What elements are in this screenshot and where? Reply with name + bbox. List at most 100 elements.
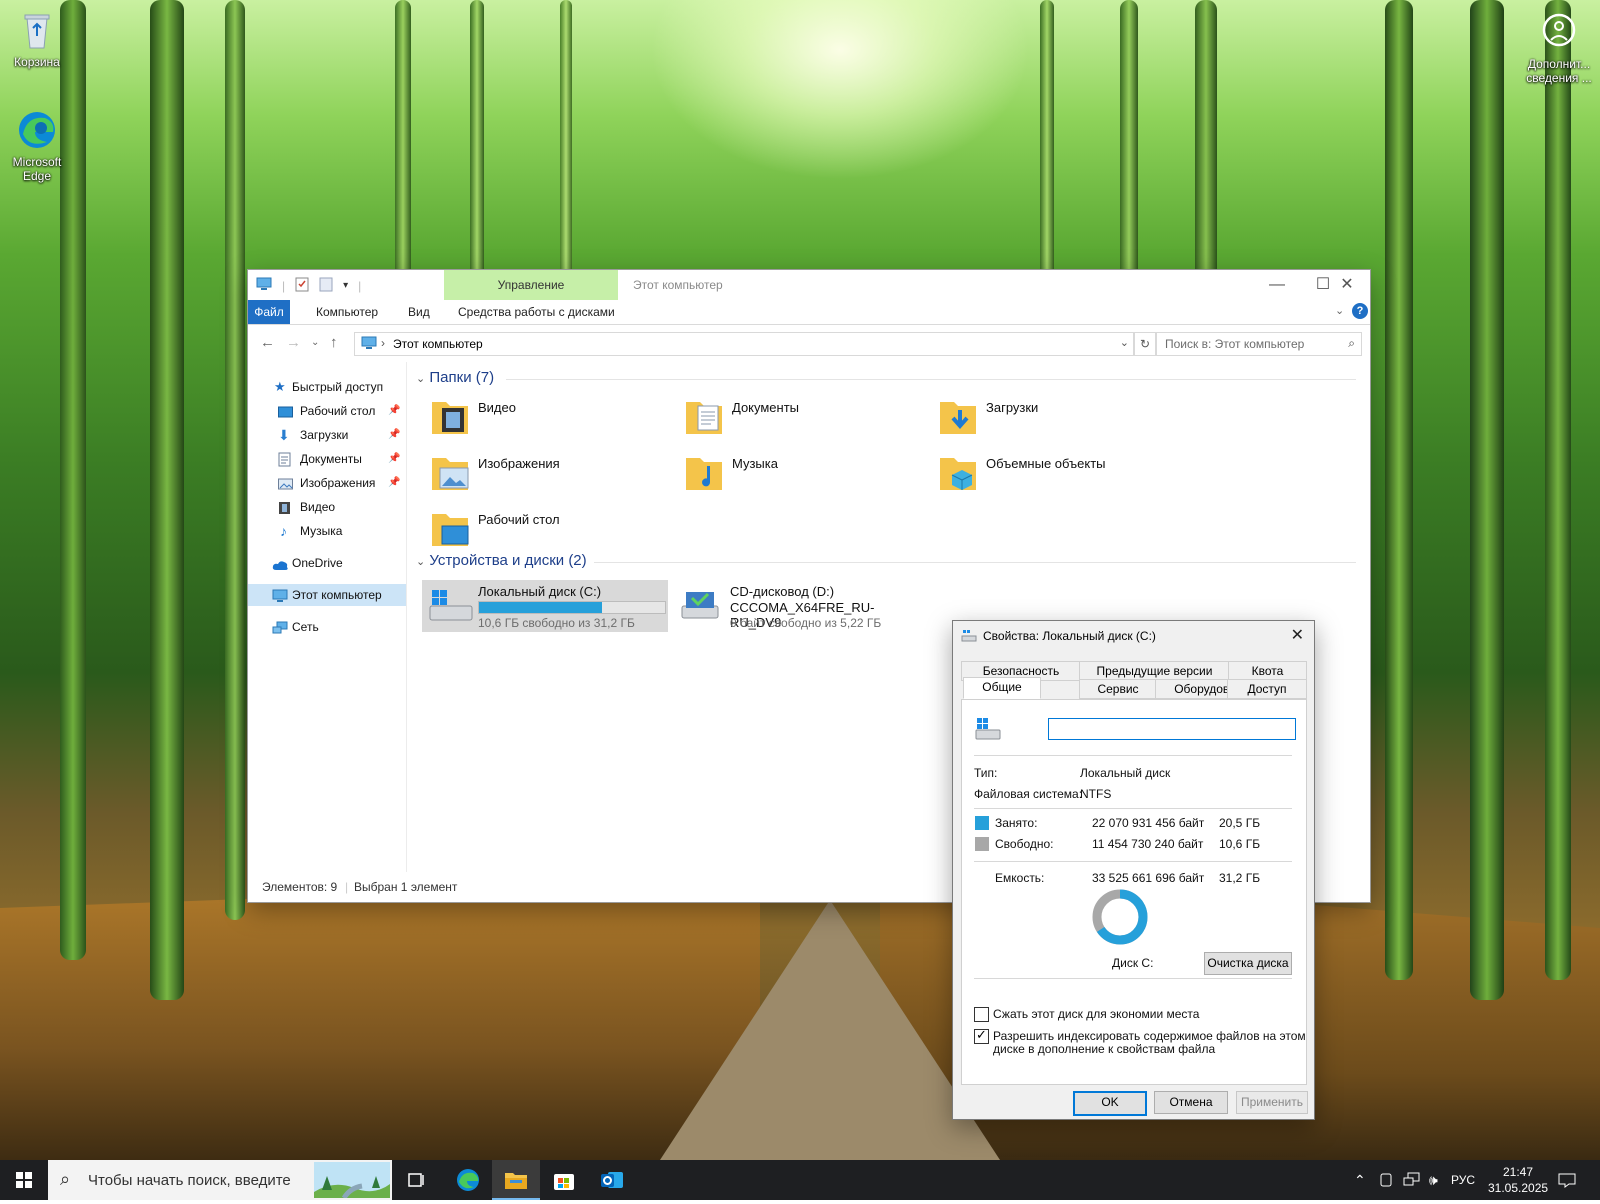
properties-icon[interactable] <box>295 276 309 295</box>
forward-arrow-icon[interactable]: → <box>286 334 301 351</box>
index-checkbox[interactable]: ✓ <box>974 1027 989 1044</box>
tab-previous-versions[interactable]: Предыдущие версии <box>1079 661 1230 681</box>
refresh-icon[interactable]: ↻ <box>1134 332 1156 356</box>
computer-icon[interactable] <box>256 277 272 294</box>
security-tray-icon[interactable] <box>1379 1160 1393 1200</box>
group-header-drives[interactable]: ⌄ Устройства и диски (2) <box>416 552 1356 569</box>
folder-tile-music[interactable]: Музыка <box>676 448 916 498</box>
recent-chevron-icon[interactable]: ⌄ <box>311 337 319 348</box>
tab-tools[interactable]: Сервис <box>1079 679 1157 699</box>
volume-icon[interactable]: 🕪 <box>1429 1160 1438 1200</box>
nav-item-music[interactable]: ♪ Музыка <box>278 520 406 542</box>
search-icon: ⌕ <box>1348 336 1355 350</box>
chevron-down-icon[interactable]: ▾ <box>343 280 348 291</box>
ribbon-expand-icon[interactable]: ⌄ <box>1335 304 1344 317</box>
context-tab-manage[interactable]: Управление <box>444 270 618 300</box>
nav-item-desktop[interactable]: Рабочий стол 📌 <box>278 400 406 422</box>
nav-onedrive[interactable]: OneDrive <box>272 552 406 574</box>
drive-tile-d[interactable]: CD-дисковод (D:) CCCOMA_X64FRE_RU-RU_DV9… <box>674 580 920 632</box>
drive-tile-c[interactable]: Локальный диск (C:) 10,6 ГБ свободно из … <box>422 580 668 632</box>
disk-cleanup-button[interactable]: Очистка диска <box>1204 952 1292 975</box>
nav-quick-access[interactable]: ★ Быстрый доступ <box>274 376 404 398</box>
start-button[interactable] <box>0 1160 48 1200</box>
taskbar-search-input[interactable]: ⌕ Чтобы начать поиск, введите <box>48 1160 392 1200</box>
search-input[interactable]: Поиск в: Этот компьютер ⌕ <box>1156 332 1362 356</box>
used-space-swatch <box>975 816 989 830</box>
taskbar-edge-button[interactable] <box>444 1160 492 1200</box>
tab-view[interactable]: Вид <box>400 300 438 324</box>
close-button[interactable]: ✕ <box>1324 270 1370 300</box>
nav-item-pictures[interactable]: Изображения 📌 <box>278 472 406 494</box>
nav-label: Загрузки <box>300 428 349 442</box>
drive-usage-fill <box>479 602 602 613</box>
taskbar-outlook-button[interactable] <box>588 1160 636 1200</box>
tab-computer[interactable]: Компьютер <box>308 300 386 324</box>
address-dropdown-icon[interactable]: ⌄ <box>1120 336 1129 349</box>
tab-general[interactable]: Общие <box>963 677 1041 699</box>
nav-item-videos[interactable]: Видео <box>278 496 406 518</box>
free-gb: 10,6 ГБ <box>1219 837 1261 851</box>
folder-tile-pictures[interactable]: Изображения <box>422 448 662 498</box>
desktop-icon-edge[interactable]: Microsoft Edge <box>0 108 74 183</box>
clock[interactable]: 21:47 31.05.2025 <box>1488 1164 1548 1196</box>
taskbar: ⌕ Чтобы начать поиск, введите ⌃ 🕪 РУС 21… <box>0 1160 1600 1200</box>
folder-name: Музыка <box>732 456 778 471</box>
nav-network[interactable]: Сеть <box>272 616 406 638</box>
dialog-title: Свойства: Локальный диск (C:) <box>983 629 1156 643</box>
edge-icon <box>15 108 59 152</box>
desktop-widget-info[interactable]: Дополнит... сведения ... <box>1520 10 1598 85</box>
group-header-folders[interactable]: ⌄ Папки (7) <box>416 369 1356 386</box>
nav-this-pc[interactable]: Этот компьютер <box>248 584 406 606</box>
help-icon[interactable]: ? <box>1352 303 1368 319</box>
task-view-button[interactable] <box>392 1160 440 1200</box>
ok-button[interactable]: OK <box>1073 1091 1147 1116</box>
taskbar-explorer-button[interactable] <box>492 1160 540 1200</box>
address-bar[interactable]: › Этот компьютер ⌄ <box>354 332 1134 356</box>
folder-tile-downloads[interactable]: Загрузки <box>930 392 1170 442</box>
desktop-icon-recycle-bin[interactable]: Корзина <box>0 8 74 69</box>
folder-name: Изображения <box>478 456 560 471</box>
show-hidden-icons-chevron-icon[interactable]: ⌃ <box>1354 1160 1366 1200</box>
apply-button[interactable]: Применить <box>1236 1091 1308 1114</box>
drive-free-text: 0 байт свободно из 5,22 ГБ <box>730 616 882 630</box>
folder-tile-desktop[interactable]: Рабочий стол <box>422 504 662 554</box>
folder-tile-videos[interactable]: Видео <box>422 392 662 442</box>
drive-icon <box>961 629 977 646</box>
tab-quota[interactable]: Квота <box>1228 661 1307 681</box>
up-arrow-icon[interactable]: ↑ <box>330 334 338 351</box>
dialog-close-button[interactable]: ✕ <box>1291 625 1304 645</box>
minimize-button[interactable]: — <box>1254 270 1300 300</box>
nav-item-downloads[interactable]: ⬇ Загрузки 📌 <box>278 424 406 446</box>
new-folder-icon[interactable] <box>319 276 333 295</box>
type-label: Тип: <box>974 766 998 780</box>
pin-icon: 📌 <box>388 477 401 488</box>
volume-name-input[interactable] <box>1048 718 1296 740</box>
cancel-button[interactable]: Отмена <box>1154 1091 1228 1114</box>
taskbar-store-button[interactable] <box>540 1160 588 1200</box>
network-tray-icon[interactable] <box>1403 1160 1421 1200</box>
capacity-label: Емкость: <box>995 871 1045 885</box>
free-space-swatch <box>975 837 989 851</box>
used-label: Занято: <box>995 816 1038 830</box>
3d-objects-folder-icon <box>938 450 978 494</box>
desktop-icon-label: Microsoft Edge <box>12 155 62 183</box>
tab-file[interactable]: Файл <box>248 300 290 324</box>
music-folder-icon <box>684 450 724 494</box>
compress-checkbox[interactable] <box>974 1007 989 1022</box>
download-arrow-icon: ⬇ <box>278 427 290 443</box>
folder-tile-documents[interactable]: Документы <box>676 392 916 442</box>
taskbar-search-placeholder: Чтобы начать поиск, введите <box>88 1172 291 1189</box>
language-indicator[interactable]: РУС <box>1451 1160 1475 1200</box>
desktop-folder-icon <box>430 506 470 550</box>
tab-sharing[interactable]: Доступ <box>1227 679 1307 699</box>
clock-time: 21:47 <box>1502 1165 1534 1179</box>
folder-name: Рабочий стол <box>478 512 560 527</box>
tab-drive-tools[interactable]: Средства работы с дисками <box>450 300 623 324</box>
nav-item-documents[interactable]: Документы 📌 <box>278 448 406 470</box>
back-arrow-icon[interactable]: ← <box>260 334 275 351</box>
cd-drive-icon <box>680 588 720 625</box>
search-highlight-illustration <box>314 1162 390 1198</box>
notifications-icon[interactable] <box>1558 1160 1576 1200</box>
folder-tile-3d-objects[interactable]: Объемные объекты <box>930 448 1170 498</box>
title-bar: | ▾ | Управление Этот компьютер — ☐ ✕ <box>248 270 1370 300</box>
